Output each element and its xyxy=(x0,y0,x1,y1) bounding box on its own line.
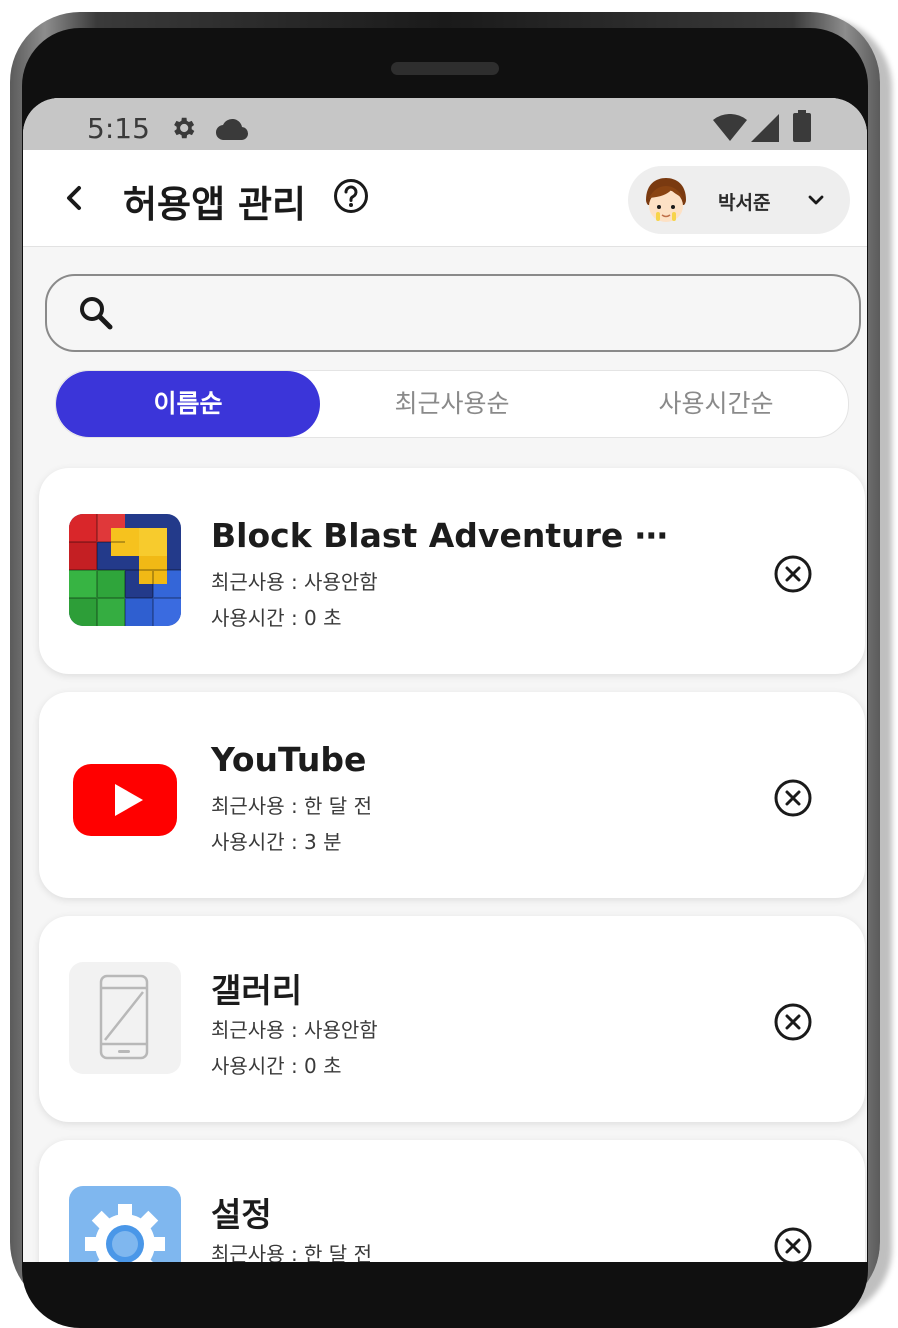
app-usage-time: 사용시간 : 0 초 xyxy=(211,1054,342,1078)
app-recent-use: 최근사용 : 사용안함 xyxy=(211,570,378,594)
app-recent-use: 최근사용 : 사용안함 xyxy=(211,1018,378,1042)
app-recent-use: 최근사용 : 한 달 전 xyxy=(211,1242,372,1262)
remove-icon[interactable] xyxy=(773,778,813,818)
header-divider xyxy=(23,246,867,247)
settings-gear-icon xyxy=(69,1186,181,1262)
tab-sort-by-usage-time[interactable]: 사용시간순 xyxy=(584,371,848,437)
chevron-left-icon[interactable] xyxy=(59,180,89,216)
child-name: 박서준 xyxy=(718,192,771,214)
app-card: Block Blast Adventure ⋯ 최근사용 : 사용안함 사용시간… xyxy=(39,468,865,674)
search-box[interactable] xyxy=(45,274,861,352)
status-time: 5:15 xyxy=(87,112,150,145)
search-input[interactable] xyxy=(133,288,837,338)
app-recent-use: 최근사용 : 한 달 전 xyxy=(211,794,372,818)
app-name: Block Blast Adventure ⋯ xyxy=(211,516,668,555)
tab-sort-by-recent[interactable]: 최근사용순 xyxy=(320,371,584,437)
screen: 5:15 허용앱 관리 박서준 이름순 최근사용순 사용시간순 Block Bl… xyxy=(23,98,867,1262)
page-title: 허용앱 관리 xyxy=(123,183,307,226)
block-blast-icon xyxy=(69,514,181,626)
remove-icon[interactable] xyxy=(773,554,813,594)
child-profile-selector[interactable]: 박서준 xyxy=(628,166,850,234)
app-header: 허용앱 관리 박서준 xyxy=(23,150,867,246)
app-card: YouTube 최근사용 : 한 달 전 사용시간 : 3 분 xyxy=(39,692,865,898)
chevron-down-icon xyxy=(808,195,824,205)
app-card: 설정 최근사용 : 한 달 전 xyxy=(39,1140,865,1262)
remove-icon[interactable] xyxy=(773,1002,813,1042)
question-circle-icon[interactable] xyxy=(333,178,369,214)
phone-placeholder-icon xyxy=(69,962,181,1074)
tab-sort-by-name[interactable]: 이름순 xyxy=(56,371,320,437)
avatar-icon xyxy=(646,178,686,222)
app-name: 갤러리 xyxy=(211,971,303,1010)
sort-tabs: 이름순 최근사용순 사용시간순 xyxy=(55,370,849,438)
remove-icon[interactable] xyxy=(773,1226,813,1262)
signal-icon xyxy=(751,114,779,142)
battery-icon xyxy=(793,110,811,142)
speaker-grille xyxy=(391,62,499,75)
app-name: 설정 xyxy=(211,1195,272,1234)
app-usage-time: 사용시간 : 0 초 xyxy=(211,606,342,630)
app-name: YouTube xyxy=(211,740,367,779)
search-icon xyxy=(80,297,113,330)
status-bar: 5:15 xyxy=(23,98,867,150)
app-card: 갤러리 최근사용 : 사용안함 사용시간 : 0 초 xyxy=(39,916,865,1122)
app-usage-time: 사용시간 : 3 분 xyxy=(211,830,342,854)
youtube-icon xyxy=(73,764,177,836)
cloud-icon xyxy=(216,118,248,140)
wifi-icon xyxy=(713,114,747,141)
gear-icon xyxy=(174,117,195,139)
